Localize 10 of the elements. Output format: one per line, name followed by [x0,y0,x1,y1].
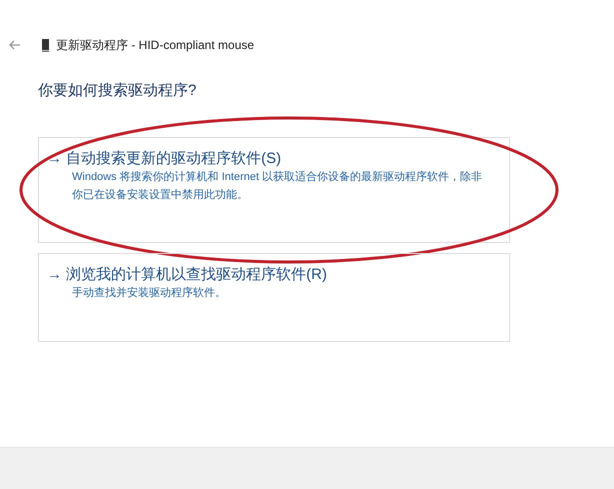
page-heading: 你要如何搜索驱动程序? [38,81,198,100]
device-icon [42,38,49,52]
option-description: 手动查找并安装驱动程序软件。 [72,286,227,301]
option-card[interactable]: → 自动搜索更新的驱动程序软件(S) Windows 将搜索你的计算机和 Internet 以获取适合你设备的最新驱动程序软件，除非你已在设备安装设置中禁用此功能。 [38,137,510,243]
option-title[interactable]: → 浏览我的计算机以查找驱动程序软件(R) [47,266,327,283]
window-title: 更新驱动程序 - HID-compliant mouse [56,36,254,54]
back-icon[interactable] [9,40,21,50]
option-description: Windows 将搜索你的计算机和 Internet 以获取适合你设备的最新驱动程序软件，除非你已在设备安装设置中禁用此功能。 [72,170,484,203]
option-title[interactable]: → 自动搜索更新的驱动程序软件(S) [47,150,282,167]
option-card[interactable]: → 浏览我的计算机以查找驱动程序软件(R) 手动查找并安装驱动程序软件。 [38,253,510,342]
